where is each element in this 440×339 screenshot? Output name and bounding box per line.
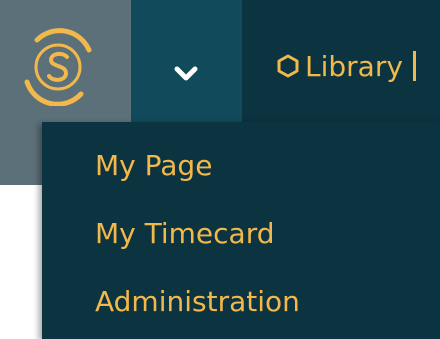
app-screen: Library My Page My Timecard Administrati… [0,0,440,339]
next-nav-item-edge [412,51,416,81]
menu-toggle-button[interactable] [131,0,242,122]
s-logo-icon [24,28,91,106]
menu-item-my-page[interactable]: My Page [95,149,212,182]
chevron-down-icon [174,66,198,81]
user-dropdown-menu: My Page My Timecard Administration [42,122,440,339]
library-label: Library [305,49,403,83]
menu-item-my-timecard[interactable]: My Timecard [95,217,275,250]
library-nav-link[interactable]: Library [277,46,416,86]
menu-item-administration[interactable]: Administration [95,285,300,318]
hexagon-icon [277,54,299,78]
